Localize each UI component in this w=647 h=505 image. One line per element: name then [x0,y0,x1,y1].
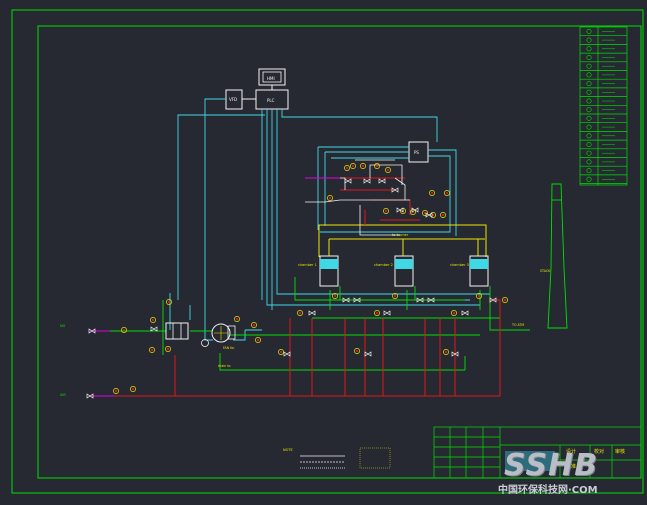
legend-symbol-icon [586,54,592,60]
title-cell-4: 批准 [566,463,576,470]
outer-frame [11,9,644,494]
legend-symbol-icon [586,81,592,87]
instrument-dot [452,311,456,315]
instrument-dot [477,294,481,298]
drain-label: drain to [218,364,230,368]
symbol-legend-table [579,26,628,186]
legend-symbol-icon [586,63,592,69]
air-inlet-label: AIR [60,393,66,397]
instrument-dot [150,348,154,352]
legend-symbol-icon [586,176,592,182]
instrument-dot [430,191,434,195]
legend-symbol-icon [586,28,592,34]
instrument-dot [345,166,349,170]
instrument-dot [503,298,507,302]
title-cell-2: 校对 [594,448,604,455]
legend-symbol-icon [586,159,592,165]
valve-icon [344,178,352,184]
stack-label: STACK [540,269,551,273]
instrument-dot [235,317,239,321]
ps-label: PS [414,150,419,155]
instrument-dot [298,311,302,315]
title-cell-1: 设计 [566,448,576,455]
inner-frame [37,25,642,479]
legend-symbol-icon [586,124,592,130]
valve-icon [363,178,371,184]
control-system: HMI PLC VFD PS [225,68,429,163]
legend-symbol-icon [586,72,592,78]
chamber-3-label: chamber 3 [450,263,469,267]
title-cell-3: 审核 [615,448,625,455]
vent-label: TO ATM [511,323,524,327]
legend-symbol-icon [586,37,592,43]
fan-label: FAN for [223,346,235,350]
chamber-1-label: chamber 1 [298,263,317,267]
instrument-dot [166,347,170,351]
legend-symbol-icon [586,168,592,174]
schematic-canvas: 设计 校对 审核 批准 HMI PLC VFD PS to burner cha… [11,9,644,494]
instrument-dot [333,294,337,298]
title-block-logo [505,451,555,471]
exhaust-stack [547,183,568,329]
chamber-2: chamber 2 [374,255,414,287]
instrument-dot [445,191,449,195]
instrument-dot [131,387,135,391]
instrument-dot [393,294,397,298]
combustion-fan: FAN for [201,323,236,350]
instrument-dot [167,300,171,304]
instrument-dot [375,311,379,315]
instrument-dot [375,164,379,168]
legend-symbol-icon [586,115,592,121]
hmi-label: HMI [267,76,275,81]
instrument-dot [151,318,155,322]
chamber-1: chamber 1 [298,255,339,287]
instrument-dot [355,349,359,353]
legend-symbol-icon [586,46,592,52]
instrument-dot [328,196,332,200]
valve-icon [308,310,316,316]
legend-symbol-icon [586,142,592,148]
instrument-dot [279,350,283,354]
legend-notes: NOTE [283,447,391,469]
valve-icon [283,351,291,357]
valve-icon [364,351,372,357]
legend-title: NOTE [283,448,293,452]
filter-skid [165,322,189,340]
plc-label: PLC [267,98,275,103]
instrument-dot [351,164,355,168]
valve-icon [378,178,386,184]
valve-icon [461,310,469,316]
legend-symbol-icon [586,150,592,156]
process-header [318,224,487,257]
valve-icon [383,310,391,316]
instrument-dot [441,213,445,217]
vfd-label: VFD [229,97,237,102]
valves [86,178,497,399]
instruments [113,163,508,394]
instrument-dot [386,168,390,172]
legend-symbol-icon [586,89,592,95]
instrument-dot [122,328,126,332]
legend-symbol-icon [586,133,592,139]
valve-icon [411,207,419,213]
gas-train [305,159,410,236]
instrument-dot [114,389,118,393]
chambers: chamber 1 chamber 2 chamber 3 [298,255,489,287]
instrument-dot [252,323,256,327]
chamber-2-label: chamber 2 [374,263,393,267]
chamber-3: chamber 3 [450,255,489,287]
valve-icon [396,207,404,213]
valve-icon [150,326,158,332]
ng-inlet-label: NG [60,324,66,328]
instrument-dot [444,350,448,354]
instrument-dot [384,209,388,213]
instrument-dot [256,338,260,342]
instrument-dot [361,164,365,168]
legend-symbol-icon [586,107,592,113]
legend-symbol-icon [586,98,592,104]
